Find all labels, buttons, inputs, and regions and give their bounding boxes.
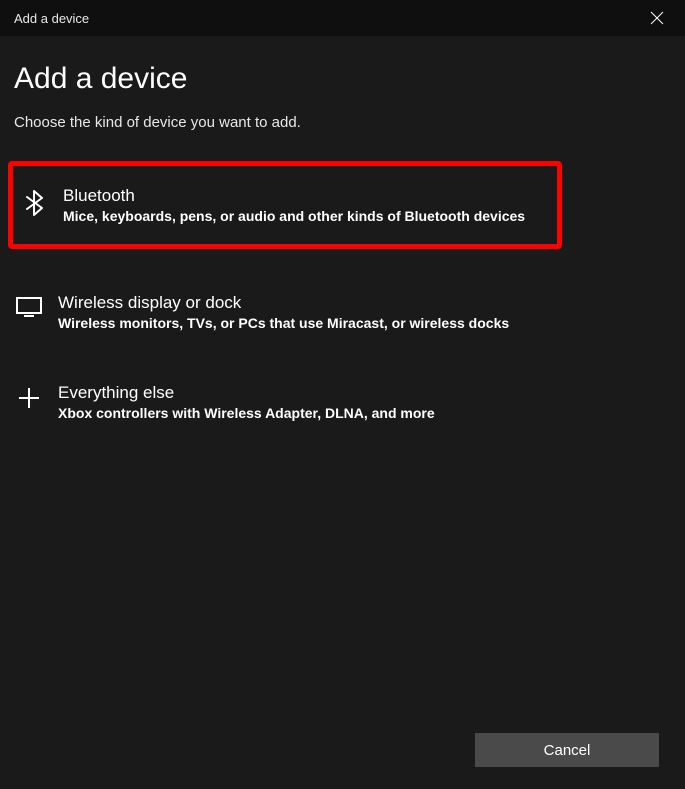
dialog-content: Add a device Choose the kind of device y… (0, 36, 685, 429)
option-bluetooth[interactable]: Bluetooth Mice, keyboards, pens, or audi… (8, 161, 562, 249)
bluetooth-icon (19, 190, 49, 216)
device-options-list: Bluetooth Mice, keyboards, pens, or audi… (14, 161, 671, 429)
option-title: Bluetooth (63, 186, 525, 206)
option-desc: Mice, keyboards, pens, or audio and othe… (63, 208, 525, 224)
cancel-button[interactable]: Cancel (475, 733, 659, 767)
option-wireless-display[interactable]: Wireless display or dock Wireless monito… (14, 285, 671, 339)
option-text: Everything else Xbox controllers with Wi… (58, 383, 435, 421)
option-text: Wireless display or dock Wireless monito… (58, 293, 509, 331)
titlebar-title: Add a device (14, 11, 89, 26)
page-subheading: Choose the kind of device you want to ad… (14, 114, 671, 131)
option-desc: Wireless monitors, TVs, or PCs that use … (58, 315, 509, 331)
option-desc: Xbox controllers with Wireless Adapter, … (58, 405, 435, 421)
titlebar: Add a device (0, 0, 685, 36)
dialog-footer: Cancel (475, 733, 659, 767)
option-title: Everything else (58, 383, 435, 403)
close-icon (650, 11, 664, 25)
page-heading: Add a device (14, 62, 671, 96)
option-text: Bluetooth Mice, keyboards, pens, or audi… (63, 186, 525, 224)
display-icon (14, 297, 44, 317)
option-title: Wireless display or dock (58, 293, 509, 313)
close-button[interactable] (643, 4, 671, 32)
option-everything-else[interactable]: Everything else Xbox controllers with Wi… (14, 375, 671, 429)
plus-icon (14, 387, 44, 409)
